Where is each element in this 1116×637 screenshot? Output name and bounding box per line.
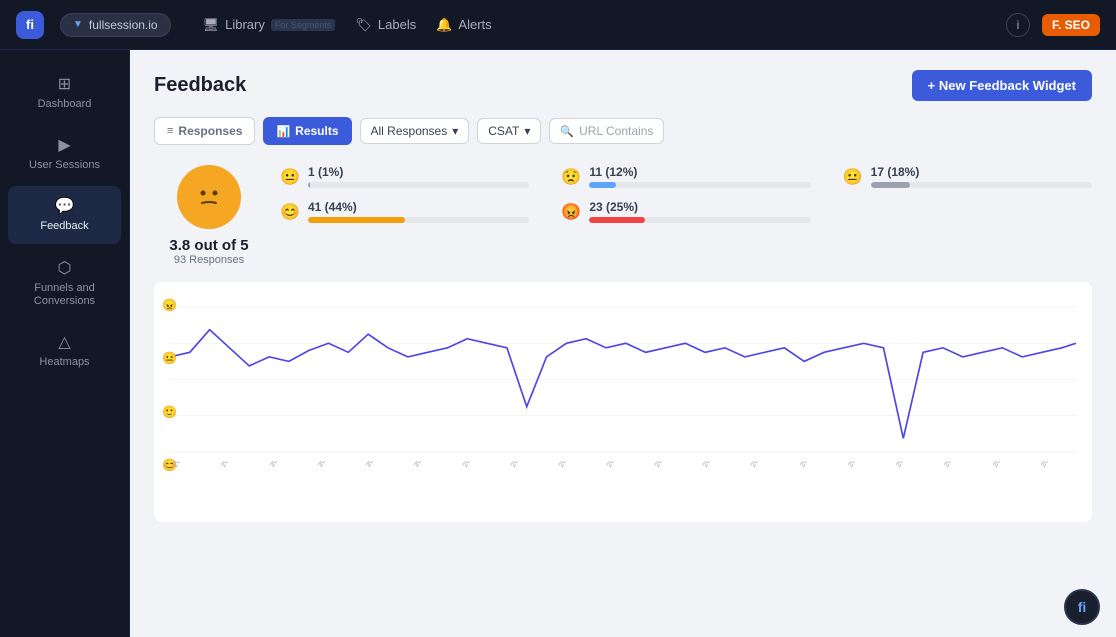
rating-bar-fill-25 xyxy=(589,217,644,223)
sidebar: ⊞ Dashboard ▶ User Sessions 💬 Feedback ⬡… xyxy=(0,50,130,637)
labels-icon: 🏷 xyxy=(355,17,372,33)
rating-bar-fill-1 xyxy=(308,182,310,188)
metrics-row: 3.8 out of 5 93 Responses 😐 1 (1%) xyxy=(154,165,1092,266)
csat-select[interactable]: CSAT ▾ xyxy=(477,118,541,144)
rating-label-17: 17 (18%) xyxy=(871,165,1092,179)
rating-emoji-1: 😐 xyxy=(280,167,300,187)
sidebar-item-user-sessions[interactable]: ▶ User Sessions xyxy=(8,125,121,182)
dashboard-icon: ⊞ xyxy=(58,74,71,94)
chart-y-axis: 😠 😐 🙂 😊 xyxy=(162,298,177,472)
app-root: fi ▼ fullsession.io 🖥 Library For Segmen… xyxy=(0,0,1116,637)
rating-bar-bg-1 xyxy=(308,182,529,188)
sessions-icon: ▶ xyxy=(58,135,70,155)
content-row: ⊞ Dashboard ▶ User Sessions 💬 Feedback ⬡… xyxy=(0,50,1116,637)
sidebar-item-funnels[interactable]: ⬡ Funnels and Conversions xyxy=(8,248,121,318)
rating-emoji-11: 😟 xyxy=(561,167,581,187)
filter-bar: ≡ Responses 📊 Results All Responses ▾ CS… xyxy=(154,117,1092,145)
rating-bar-fill-11 xyxy=(589,182,616,188)
score-value: 3.8 out of 5 xyxy=(169,237,248,254)
main-content: Feedback + New Feedback Widget ≡ Respons… xyxy=(130,50,1116,637)
top-nav: 🖥 Library For Segments 🏷 Labels 🔔 Alerts xyxy=(203,17,492,33)
rating-row-25pct: 😡 23 (25%) xyxy=(561,200,810,223)
alerts-icon: 🔔 xyxy=(436,17,452,33)
top-bar: fi ▼ fullsession.io 🖥 Library For Segmen… xyxy=(0,0,1116,50)
results-tab[interactable]: 📊 Results xyxy=(263,117,351,145)
chevron-down-icon: ▾ xyxy=(524,124,530,138)
page-header: Feedback + New Feedback Widget xyxy=(154,70,1092,101)
y-icon-happy: 🙂 xyxy=(162,405,177,419)
funnels-icon: ⬡ xyxy=(58,258,72,278)
rating-emoji-25: 😡 xyxy=(561,202,581,222)
ratings-grid: 😐 1 (1%) 😟 11 (12%) xyxy=(280,165,1092,223)
rating-bar-bg-17 xyxy=(871,182,1092,188)
x-axis: 2021-12-05 2022-01-07 2022-01-24 2022-02… xyxy=(170,461,1076,506)
y-icon-neutral: 😐 xyxy=(162,351,177,365)
sidebar-item-dashboard[interactable]: ⊞ Dashboard xyxy=(8,64,121,121)
rating-label-1: 1 (1%) xyxy=(308,165,529,179)
all-responses-select[interactable]: All Responses ▾ xyxy=(360,118,470,144)
url-search-box[interactable]: 🔍 URL Contains xyxy=(549,118,664,144)
filter-icon: ≡ xyxy=(167,125,173,137)
score-card: 3.8 out of 5 93 Responses xyxy=(154,165,264,266)
user-button[interactable]: F. SEO xyxy=(1042,14,1100,36)
nav-library[interactable]: 🖥 Library For Segments xyxy=(203,17,336,33)
page-title: Feedback xyxy=(154,74,246,97)
library-icon: 🖥 xyxy=(203,17,220,33)
chart-container: 😠 😐 🙂 😊 xyxy=(154,282,1092,522)
chart-svg xyxy=(170,298,1076,461)
rating-bar-fill-44 xyxy=(308,217,405,223)
chevron-down-icon: ▾ xyxy=(452,124,458,138)
rating-bar-fill-17 xyxy=(871,182,911,188)
rating-bar-bg-25 xyxy=(589,217,810,223)
rating-row-17pct: 😐 17 (18%) xyxy=(843,165,1092,188)
workspace-badge[interactable]: ▼ fullsession.io xyxy=(60,13,171,37)
heatmaps-icon: △ xyxy=(58,332,70,352)
rating-row-11pct: 😟 11 (12%) xyxy=(561,165,810,188)
chart-inner: 😠 😐 🙂 😊 xyxy=(170,298,1076,506)
sidebar-item-heatmaps[interactable]: △ Heatmaps xyxy=(8,322,121,379)
chart-line xyxy=(170,330,1076,439)
x-labels: 2021-12-05 2022-01-07 2022-01-24 2022-02… xyxy=(170,461,1076,472)
rating-row-1pct: 😐 1 (1%) xyxy=(280,165,529,188)
rating-label-11: 11 (12%) xyxy=(589,165,810,179)
rating-bar-bg-11 xyxy=(589,182,810,188)
bottom-logo: fi xyxy=(1064,589,1100,625)
y-icon-angry: 😠 xyxy=(162,298,177,312)
logo[interactable]: fi xyxy=(16,11,44,39)
feedback-icon: 💬 xyxy=(55,196,75,216)
rating-row-44pct: 😊 41 (44%) xyxy=(280,200,529,223)
info-button[interactable]: i xyxy=(1006,13,1030,37)
nav-alerts[interactable]: 🔔 Alerts xyxy=(436,17,491,33)
search-icon: 🔍 xyxy=(560,125,574,138)
sidebar-item-feedback[interactable]: 💬 Feedback xyxy=(8,186,121,243)
rating-bar-bg-44 xyxy=(308,217,529,223)
top-right: i F. SEO xyxy=(1006,13,1100,37)
rating-emoji-17: 😐 xyxy=(843,167,863,187)
responses-tab[interactable]: ≡ Responses xyxy=(154,117,255,145)
overall-emoji xyxy=(177,165,241,229)
chart-plot-area: 2021-12-05 2022-01-07 2022-01-24 2022-02… xyxy=(170,298,1076,506)
rating-label-44: 41 (44%) xyxy=(308,200,529,214)
nav-labels[interactable]: 🏷 Labels xyxy=(355,17,416,33)
rating-emoji-44: 😊 xyxy=(280,202,300,222)
chart-icon: 📊 xyxy=(276,125,290,138)
new-widget-button[interactable]: + New Feedback Widget xyxy=(912,70,1092,101)
score-responses: 93 Responses xyxy=(174,254,244,266)
rating-label-25: 23 (25%) xyxy=(589,200,810,214)
